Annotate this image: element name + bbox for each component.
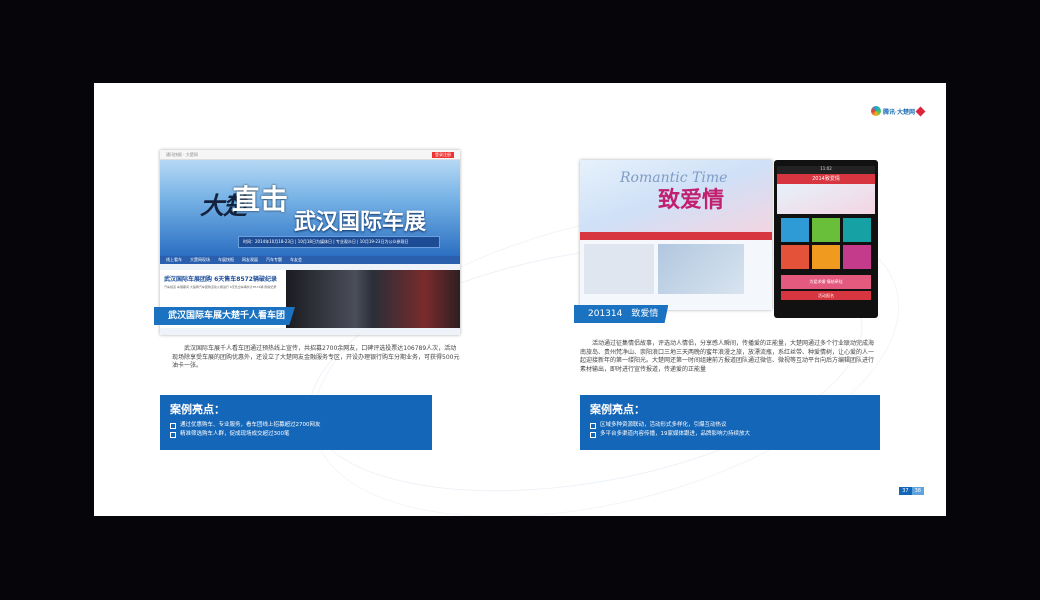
left-body: 武汉国际车展千人看车团通过预热线上宣传，共招募2700余网友，口碑评选投票达10…: [172, 345, 460, 370]
article-list: [584, 244, 654, 294]
logo-text: 腾讯·大楚网: [883, 109, 915, 116]
news-title: 武汉国际车展团购 6天售车8572辆破纪录: [164, 276, 277, 283]
nav-item: 大楚网现场: [190, 257, 210, 262]
browser-bar: 通讯快报 · 大楚网 登录注册: [160, 150, 460, 160]
right-screenshot: Romantic Time 致爱情: [580, 160, 772, 310]
tile[interactable]: [781, 218, 809, 242]
nav-item: 车展快报: [218, 257, 234, 262]
page-number-left: 37: [899, 487, 912, 495]
banner-script-2: 直击: [232, 183, 289, 216]
right-caption: 201314 致爱情: [574, 305, 669, 323]
phone-title: 2014致爱情: [777, 174, 875, 184]
browser-tab: 通讯快报 · 大楚网: [166, 151, 198, 157]
left-highlights: 案例亮点： 通过优惠购车、专业服务，看车团线上招募超过2700网友 精准筛选购车…: [160, 395, 432, 450]
tile[interactable]: [812, 245, 840, 269]
login-tag: 登录注册: [432, 151, 454, 158]
nav-item: 汽车专题: [266, 257, 282, 262]
highlight-item: 精准筛选购车人群，促成现场成交超过300笔: [170, 430, 422, 439]
heart-icon: [915, 106, 926, 116]
right-highlights: 案例亮点： 区域多种资源联动，活动形式多样化，引爆互动热议 多平台多渠道内容传播…: [580, 395, 880, 450]
right-body: 活动通过征集情侣故事，评选动人情侣，分享感人瞬间，传播爱的正能量，大楚网通过多个…: [580, 340, 875, 373]
highlight-item: 多平台多渠道内容传播，19家媒体跟进，品牌影响力持续放大: [590, 430, 870, 439]
cars-photo: [286, 270, 460, 328]
banner-title: 武汉国际车展: [294, 210, 427, 235]
phone-tiles: [777, 214, 875, 273]
phone-banner: [777, 184, 875, 214]
highlight-item: 通过优惠购车、专业服务，看车团线上招募超过2700网友: [170, 421, 422, 430]
tile[interactable]: [781, 245, 809, 269]
nav-item: 线上看车: [166, 257, 182, 262]
tile[interactable]: [812, 218, 840, 242]
site-nav: [580, 232, 772, 240]
banner-title: 致爱情: [658, 187, 725, 213]
news-text: 汽车频道 车展期间 大楚网汽车团购活动火爆进行 6天售出车辆共计8572辆 刷新…: [164, 285, 277, 289]
page-number-right: 38: [911, 487, 924, 495]
site-nav: 线上看车 大楚网现场 车展快报 网友观展 汽车专题 车友会: [160, 256, 460, 264]
tile[interactable]: [843, 218, 871, 242]
phone-status-bar: 11:02: [777, 166, 875, 174]
highlight-item: 区域多种资源联动，活动形式多样化，引爆互动热议: [590, 421, 870, 430]
love-banner: Romantic Time 致爱情: [580, 160, 772, 232]
phone-screenshot: 11:02 2014致爱情 为爱求婚 情结牵挂 活动报名: [774, 160, 878, 318]
highlight-title: 案例亮点：: [170, 403, 225, 416]
phone-time: 11:02: [820, 166, 832, 171]
page-numbers: 37 38: [899, 487, 924, 495]
brand-logo: 腾讯·大楚网: [871, 105, 926, 117]
left-caption: 武汉国际车展大楚千人看车团: [154, 307, 296, 325]
brochure-spread: 腾讯·大楚网 通讯快报 · 大楚网 登录注册 大楚 直击 武汉国际车展 时间：2…: [94, 83, 946, 516]
nav-item: 网友观展: [242, 257, 258, 262]
tile[interactable]: [843, 245, 871, 269]
banner-dates: 时间：2014年10月18-23日 | 10月18日为媒体日 | 专业观众日 |…: [238, 236, 440, 248]
content-grid: [580, 240, 772, 298]
highlight-title: 案例亮点：: [590, 403, 645, 416]
phone-btn-1[interactable]: 为爱求婚 情结牵挂: [781, 275, 871, 289]
phone-btn-2[interactable]: 活动报名: [781, 291, 871, 300]
couple-photo: [658, 244, 744, 294]
tencent-logo-icon: [871, 106, 881, 116]
nav-item: 车友会: [290, 257, 302, 262]
expo-banner: 大楚 直击 武汉国际车展 时间：2014年10月18-23日 | 10月18日为…: [160, 160, 460, 256]
